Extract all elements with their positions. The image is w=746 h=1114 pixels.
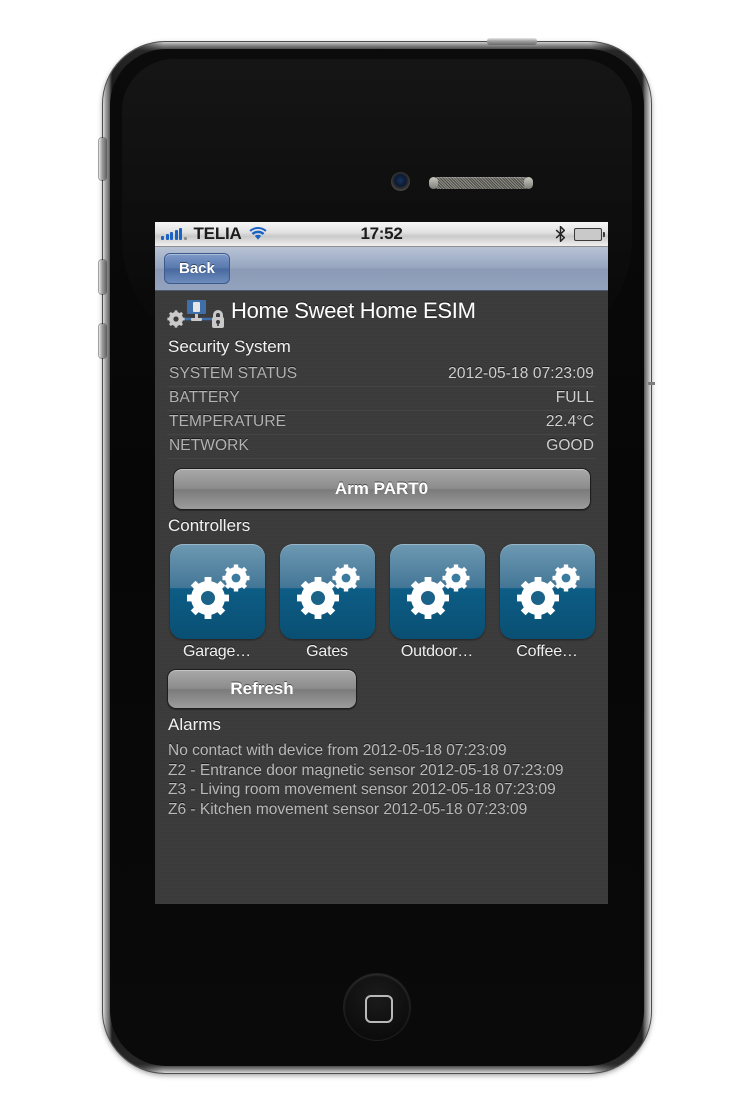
controller-label: Outdoor… [400,643,474,660]
alarms-list: No contact with device from 2012-05-18 0… [155,741,608,819]
controller-tile-gates[interactable]: Gates [277,544,377,661]
device-security-icon [167,297,225,331]
earpiece-speaker-grille [429,177,533,189]
list-item[interactable]: No contact with device from 2012-05-18 0… [168,741,608,761]
volume-down-button[interactable] [99,324,106,358]
sim-tray-notch [648,382,655,385]
phone-front-face: TELIA 17:52 Back Home Sweet Home ESIM Se… [110,49,644,1066]
status-bar: TELIA 17:52 [155,222,608,247]
power-button[interactable] [487,38,537,45]
page-content: Home Sweet Home ESIM Security System SYS… [155,291,608,904]
system-status-table: SYSTEM STATUS 2012-05-18 07:23:09 BATTER… [167,363,596,459]
gears-icon [407,564,470,619]
controller-tile-icon-background [499,544,595,639]
gears-icon [187,564,250,619]
controller-tile-icon-background [169,544,265,639]
front-camera-icon [391,172,410,191]
home-button[interactable] [344,974,410,1040]
list-item[interactable]: Z6 - Kitchen movement sensor 2012-05-18 … [168,800,608,820]
page-title: Home Sweet Home ESIM [231,298,476,323]
table-row: TEMPERATURE 22.4°C [167,411,596,435]
controller-tile-icon-background [279,544,375,639]
navigation-bar: Back [155,247,608,291]
gears-icon [297,564,360,619]
clock-label: 17:52 [360,224,403,243]
back-button[interactable]: Back [164,253,230,284]
security-section-label: Security System [168,337,291,356]
status-key: NETWORK [169,437,249,454]
status-value: GOOD [546,437,594,454]
controllers-section-label: Controllers [168,516,251,535]
battery-icon [574,227,605,241]
gears-icon [517,564,580,619]
controller-label: Garage… [183,643,251,660]
list-item[interactable]: Z3 - Living room movement sensor 2012-05… [168,780,608,800]
controller-tile-icon-background [389,544,485,639]
refresh-button[interactable]: Refresh [167,669,357,709]
alarms-section-label: Alarms [168,715,221,734]
status-key: SYSTEM STATUS [169,365,298,382]
volume-up-button[interactable] [99,260,106,294]
controller-tile-garage[interactable]: Garage… [167,544,267,661]
table-row: NETWORK GOOD [167,435,596,459]
controller-tile-outdoor[interactable]: Outdoor… [387,544,487,661]
status-value: 22.4°C [545,413,594,430]
arm-partition-button[interactable]: Arm PART0 [172,468,591,510]
controller-label: Gates [306,643,348,660]
status-value: FULL [555,389,594,406]
list-item[interactable]: Z2 - Entrance door magnetic sensor 2012-… [168,761,608,781]
phone-screen: TELIA 17:52 Back Home Sweet Home ESIM Se… [155,222,608,904]
controllers-grid: Garage… Gates Outdoor… Coffee… [155,540,608,661]
page-header: Home Sweet Home ESIM [155,291,608,331]
controller-tile-coffee[interactable]: Coffee… [497,544,597,661]
status-key: BATTERY [169,389,240,406]
phone-device: TELIA 17:52 Back Home Sweet Home ESIM Se… [99,38,655,1073]
home-square-icon [365,995,393,1023]
table-row: BATTERY FULL [167,387,596,411]
status-value: 2012-05-18 07:23:09 [448,365,594,382]
table-row: SYSTEM STATUS 2012-05-18 07:23:09 [167,363,596,387]
controller-label: Coffee… [516,643,578,660]
mute-switch-button[interactable] [99,138,106,180]
status-key: TEMPERATURE [169,413,287,430]
